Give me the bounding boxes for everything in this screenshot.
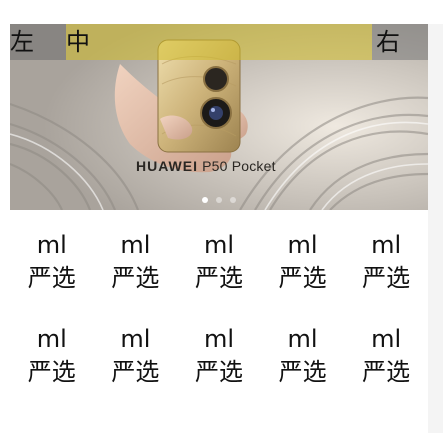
carousel-dot-2[interactable] <box>216 197 222 203</box>
nav-left-button[interactable]: 左 <box>10 24 66 60</box>
nav-right-label: 右 <box>376 28 400 56</box>
banner-caption: HUAWEI P50 Pocket <box>136 158 276 174</box>
carousel-dot-1[interactable] <box>202 197 208 203</box>
grid-item[interactable]: ml 严选 <box>177 230 261 296</box>
grid-item-top: ml <box>203 231 234 259</box>
grid-item-top: ml <box>287 231 318 259</box>
grid-item-top: ml <box>36 325 67 353</box>
grid-item-bottom: 严选 <box>278 358 327 386</box>
nav-right-button[interactable]: 右 <box>372 24 428 60</box>
nav-center-label: 中 <box>66 28 90 56</box>
right-edge-gutter <box>428 24 443 433</box>
grid-item-bottom: 严选 <box>194 264 243 292</box>
grid-item-top: ml <box>203 325 234 353</box>
grid-item[interactable]: ml 严选 <box>261 324 345 390</box>
grid-item-bottom: 严选 <box>362 358 411 386</box>
grid-item-top: ml <box>36 231 67 259</box>
grid-item-bottom: 严选 <box>278 264 327 292</box>
grid-item-bottom: 严选 <box>111 264 160 292</box>
grid-item[interactable]: ml 严选 <box>94 324 178 390</box>
grid-item[interactable]: ml 严选 <box>261 230 345 296</box>
grid-item-bottom: 严选 <box>362 264 411 292</box>
nav-left-label: 左 <box>10 28 34 56</box>
banner-model: P50 Pocket <box>202 158 276 174</box>
grid-item-top: ml <box>120 231 151 259</box>
carousel-indicators <box>10 197 428 203</box>
grid-item-top: ml <box>287 325 318 353</box>
category-grid: ml 严选 ml 严选 ml 严选 ml 严选 ml 严选 ml 严选 ml 严… <box>10 230 428 390</box>
grid-item[interactable]: ml 严选 <box>177 324 261 390</box>
grid-item[interactable]: ml 严选 <box>94 230 178 296</box>
top-nav-bar: 左 中 右 <box>10 24 428 60</box>
grid-item[interactable]: ml 严选 <box>344 230 428 296</box>
grid-item-bottom: 严选 <box>111 358 160 386</box>
grid-item[interactable]: ml 严选 <box>10 324 94 390</box>
grid-item[interactable]: ml 严选 <box>10 230 94 296</box>
grid-item-bottom: 严选 <box>27 358 76 386</box>
app-page: HUAWEI P50 Pocket 左 中 右 ml 严选 ml 严选 ml 严… <box>10 24 428 433</box>
grid-item-top: ml <box>371 325 402 353</box>
grid-item-bottom: 严选 <box>194 358 243 386</box>
grid-item-top: ml <box>371 231 402 259</box>
grid-item-bottom: 严选 <box>27 264 76 292</box>
grid-item[interactable]: ml 严选 <box>344 324 428 390</box>
grid-item-top: ml <box>120 325 151 353</box>
nav-center-title[interactable]: 中 <box>66 24 372 60</box>
carousel-dot-3[interactable] <box>230 197 236 203</box>
banner-brand: HUAWEI <box>136 158 198 174</box>
